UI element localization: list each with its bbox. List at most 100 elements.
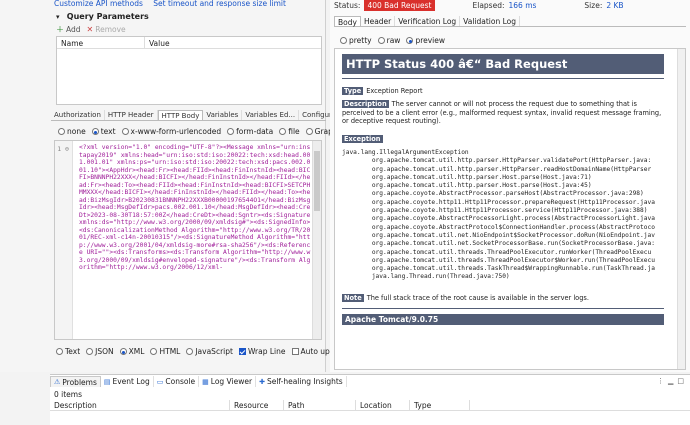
col-type[interactable]: Type bbox=[410, 400, 470, 410]
body-editor[interactable]: 1 ⊖ <?xml version="1.0" encoding="UTF-8"… bbox=[54, 140, 322, 340]
size-label: Size: bbox=[584, 1, 603, 10]
query-params-header[interactable]: ▾ Query Parameters bbox=[56, 12, 149, 21]
log-viewer-icon: ▦ bbox=[202, 377, 209, 386]
format-html[interactable]: HTML bbox=[150, 347, 180, 356]
format-javascript[interactable]: JavaScript bbox=[186, 347, 233, 356]
col-description[interactable]: Description bbox=[50, 400, 230, 410]
app-window: Customize API methods Set timeout and re… bbox=[0, 0, 690, 425]
elapsed-label: Elapsed: bbox=[472, 1, 505, 10]
divider bbox=[342, 78, 664, 79]
customize-api-link[interactable]: Customize API methods bbox=[54, 0, 143, 8]
tab-self-healing[interactable]: ✚ Self-healing Insights bbox=[256, 376, 347, 387]
editor-scrollbar[interactable] bbox=[312, 141, 321, 339]
query-params-table-header: Name Value bbox=[57, 37, 321, 49]
menu-icon[interactable]: ⋮ bbox=[657, 377, 664, 385]
tab-http-header[interactable]: HTTP Header bbox=[105, 110, 158, 120]
response-tabs: Body Header Verification Log Validation … bbox=[334, 16, 686, 27]
remove-icon: ✕ bbox=[86, 24, 94, 34]
tab-body[interactable]: Body bbox=[334, 16, 361, 27]
self-healing-icon: ✚ bbox=[259, 377, 265, 386]
format-json[interactable]: JSON bbox=[86, 347, 114, 356]
tab-authorization[interactable]: Authorization bbox=[51, 110, 105, 120]
tab-variables-editor[interactable]: Variables Ed... bbox=[242, 110, 300, 120]
tab-console[interactable]: ▭ Console bbox=[154, 376, 200, 387]
bottom-tabs: ⚠ Problems ▤ Event Log ▭ Console ▦ Log Viewe… bbox=[50, 376, 347, 387]
description-text: The server cannot or will not process th… bbox=[342, 100, 662, 125]
description-tag: Description bbox=[342, 100, 389, 108]
view-pretty[interactable]: pretty bbox=[340, 36, 372, 45]
exception-line: Exception bbox=[342, 135, 386, 143]
body-type-options: none text x-www-form-urlencoded form-dat… bbox=[58, 127, 348, 136]
items-count: 0 items bbox=[54, 390, 83, 399]
query-params-table[interactable]: Name Value bbox=[56, 36, 322, 105]
description-block: Description The server cannot or will not… bbox=[342, 100, 664, 126]
type-line: Type Exception Report bbox=[342, 87, 423, 95]
type-tag: Type bbox=[342, 87, 364, 95]
tab-validation-log[interactable]: Validation Log bbox=[460, 16, 520, 26]
format-options: Text JSON XML HTML JavaScript Wrap Line … bbox=[56, 347, 371, 356]
remove-param-button[interactable]: ✕ Remove bbox=[87, 25, 126, 34]
view-raw[interactable]: raw bbox=[377, 36, 400, 45]
problems-icon: ⚠ bbox=[54, 378, 61, 386]
status-bar: Status: 400 Bad Request Elapsed: 166 ms … bbox=[334, 0, 624, 11]
panel-window-controls: ⋮ ▁ □ bbox=[657, 377, 684, 385]
plus-icon: ＋ bbox=[56, 24, 64, 34]
request-tabs: Authorization HTTP Header HTTP Body Vari… bbox=[51, 110, 354, 121]
event-log-icon: ▤ bbox=[103, 377, 111, 386]
timeout-limit-link[interactable]: Set timeout and response size limit bbox=[153, 0, 286, 8]
note-tag: Note bbox=[342, 294, 364, 302]
tab-event-log[interactable]: ▤ Event Log bbox=[101, 376, 154, 387]
wrap-line-checkbox[interactable]: Wrap Line bbox=[238, 347, 286, 356]
error-title: HTTP Status 400 â€“ Bad Request bbox=[342, 54, 664, 74]
query-params-title: Query Parameters bbox=[66, 12, 149, 21]
tab-variables[interactable]: Variables bbox=[203, 110, 243, 120]
top-links: Customize API methods Set timeout and re… bbox=[54, 0, 294, 8]
view-mode-options: pretty raw preview bbox=[340, 36, 445, 45]
body-type-text[interactable]: text bbox=[91, 127, 116, 136]
col-name: Name bbox=[57, 37, 145, 48]
col-value: Value bbox=[149, 39, 170, 48]
body-type-urlencoded[interactable]: x-www-form-urlencoded bbox=[121, 127, 221, 136]
elapsed-value: 166 ms bbox=[508, 1, 537, 10]
tab-log-viewer[interactable]: ▦ Log Viewer bbox=[199, 376, 257, 387]
response-preview[interactable]: HTTP Status 400 â€“ Bad Request Type Exce… bbox=[334, 48, 686, 370]
minimize-icon[interactable]: ▁ bbox=[668, 377, 673, 385]
tab-header[interactable]: Header bbox=[361, 16, 396, 26]
preview-scrollbar[interactable] bbox=[677, 49, 685, 369]
line-number: 1 bbox=[57, 145, 62, 153]
server-footer: Apache Tomcat/9.0.75 bbox=[342, 314, 664, 325]
status-label: Status: bbox=[334, 1, 361, 10]
bottom-panel: ⚠ Problems ▤ Event Log ▭ Console ▦ Log Viewe… bbox=[50, 374, 690, 425]
editor-scroll-thumb[interactable] bbox=[314, 151, 320, 211]
col-resource[interactable]: Resource bbox=[230, 400, 284, 410]
tab-verification-log[interactable]: Verification Log bbox=[395, 16, 461, 26]
exception-tag: Exception bbox=[342, 135, 383, 143]
line-gutter: 1 ⊖ bbox=[55, 141, 73, 339]
format-xml[interactable]: XML bbox=[119, 347, 144, 356]
type-text: Exception Report bbox=[366, 87, 423, 95]
maximize-icon[interactable]: □ bbox=[677, 377, 684, 385]
status-badge: 400 Bad Request bbox=[364, 0, 435, 11]
stack-trace: java.lang.IllegalArgumentException org.a… bbox=[342, 149, 655, 281]
query-params-toolbar: ＋ Add ✕ Remove bbox=[56, 24, 126, 34]
body-type-form-data[interactable]: form-data bbox=[227, 127, 273, 136]
format-text[interactable]: Text bbox=[56, 347, 80, 356]
col-path[interactable]: Path bbox=[284, 400, 356, 410]
problems-table-header: Description Resource Path Location Type bbox=[50, 400, 690, 411]
body-type-none[interactable]: none bbox=[58, 127, 86, 136]
note-text: The full stack trace of the root cause i… bbox=[366, 294, 589, 302]
response-panel: Status: 400 Bad Request Elapsed: 166 ms … bbox=[330, 0, 690, 372]
size-value: 2 KB bbox=[606, 1, 624, 10]
tab-http-body[interactable]: HTTP Body bbox=[157, 110, 204, 120]
body-type-file[interactable]: file bbox=[279, 127, 300, 136]
console-icon: ▭ bbox=[156, 377, 164, 386]
request-panel: Customize API methods Set timeout and re… bbox=[0, 0, 371, 372]
body-code[interactable]: <?xml version="1.0" encoding="UTF-8"?><M… bbox=[79, 144, 311, 272]
view-preview[interactable]: preview bbox=[406, 36, 445, 45]
col-location[interactable]: Location bbox=[356, 400, 410, 410]
note-line: Note The full stack trace of the root cau… bbox=[342, 294, 589, 302]
chevron-down-icon: ▾ bbox=[56, 13, 60, 21]
divider bbox=[342, 308, 664, 309]
add-param-button[interactable]: ＋ Add bbox=[56, 24, 81, 35]
tab-problems[interactable]: ⚠ Problems bbox=[50, 376, 101, 387]
